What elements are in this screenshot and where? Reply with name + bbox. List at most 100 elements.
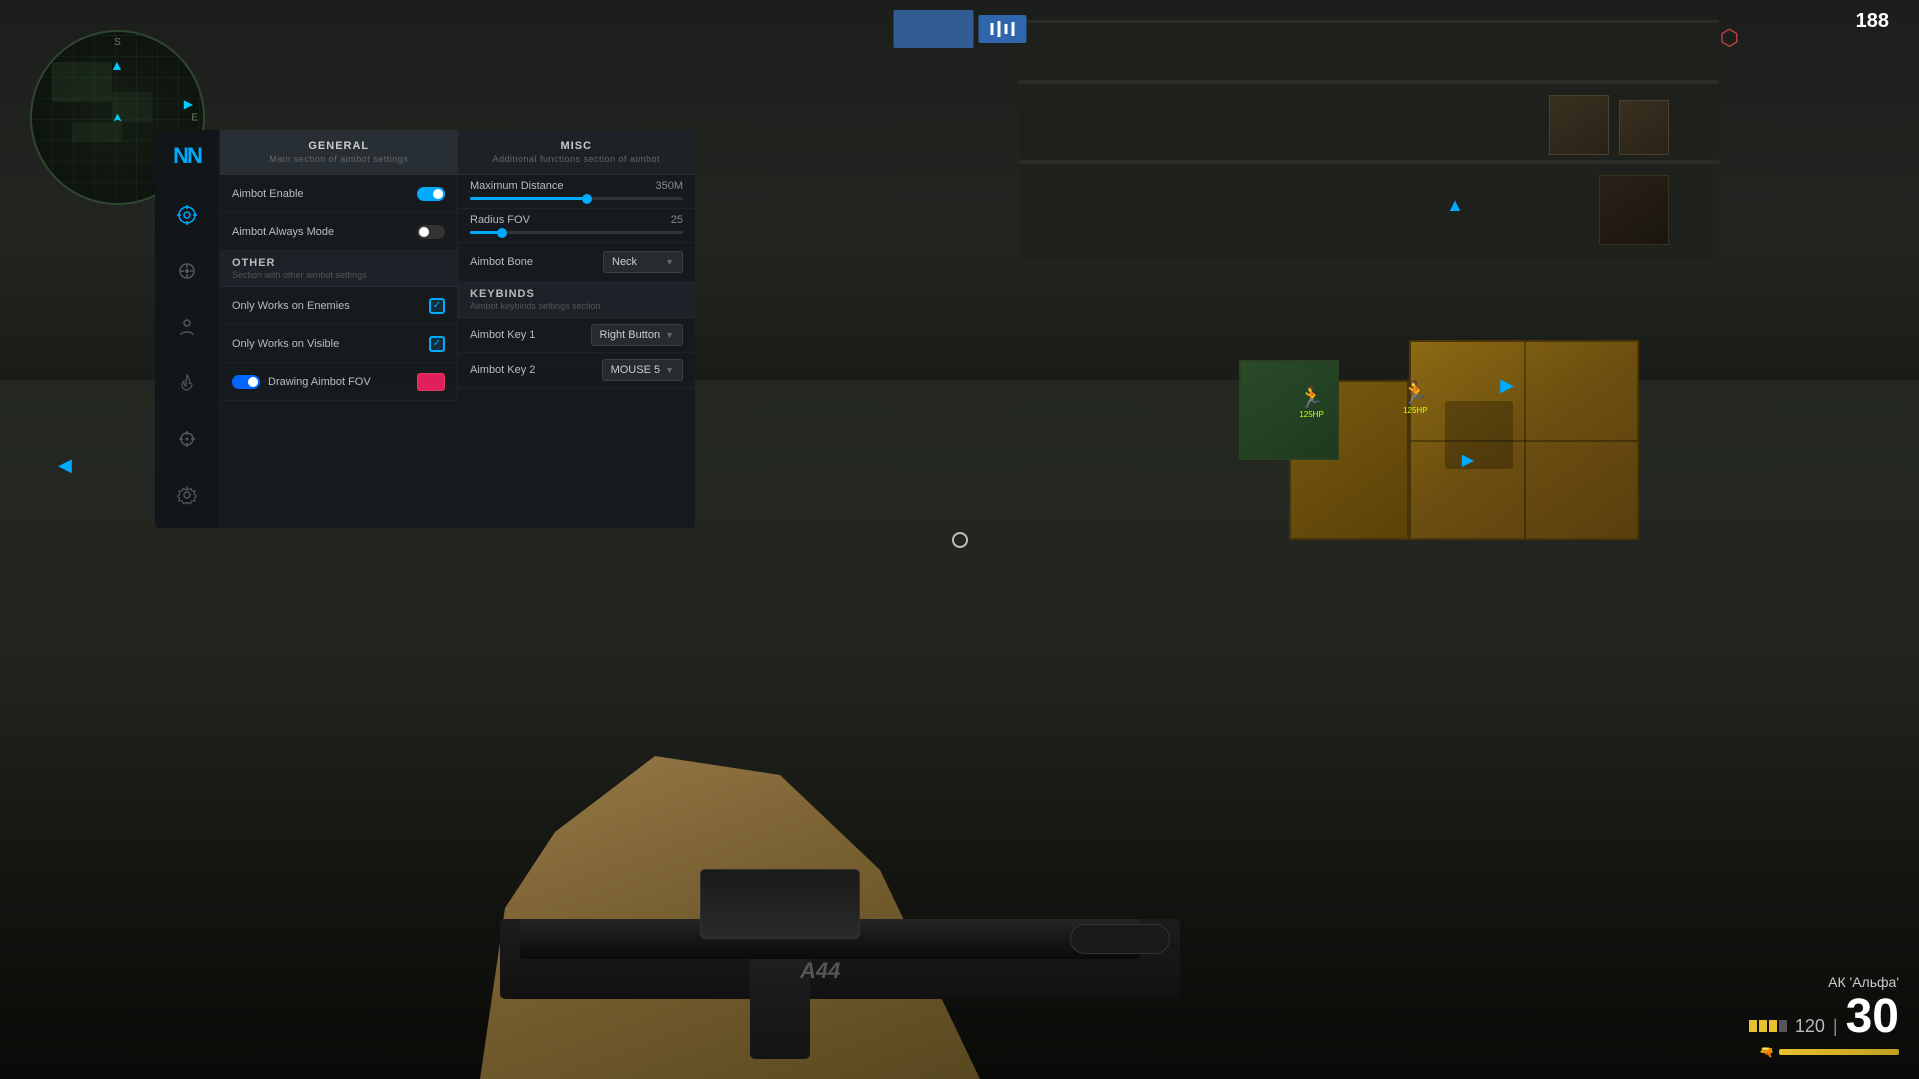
tab-general[interactable]: GENERAL Main section of aimbot settings — [220, 130, 458, 174]
sidebar-icon-target[interactable] — [169, 253, 205, 289]
max-distance-header: Maximum Distance 350M — [470, 180, 683, 192]
bg-shelf-bar — [1019, 80, 1719, 84]
green-crate — [1239, 360, 1339, 460]
only-visible-check[interactable] — [429, 336, 445, 352]
setting-aimbot-always: Aimbot Always Mode — [220, 213, 457, 251]
aimbot-bone-dropdown[interactable]: Neck ▼ — [603, 251, 683, 273]
bar2 — [997, 21, 1000, 37]
enemy-1-icon: 🏃 — [1299, 385, 1324, 410]
ammo-separator: | — [1833, 1016, 1838, 1037]
nav-arrow-right2: ▶ — [1462, 450, 1474, 470]
other-desc: Section with other aimbot settings — [232, 270, 445, 280]
menu-split: Aimbot Enable Aimbot Always Mode OTHER S… — [220, 175, 695, 401]
top-bar[interactable] — [893, 10, 1026, 48]
drawing-fov-toggle[interactable] — [232, 375, 260, 389]
sidebar-icon-crosshair[interactable] — [169, 421, 205, 457]
drawing-fov-row: Drawing Aimbot FOV — [220, 363, 457, 401]
other-section-header: OTHER Section with other aimbot settings — [220, 251, 457, 287]
key2-dropdown[interactable]: MOUSE 5 ▼ — [602, 359, 683, 381]
weapon-body: A44 — [500, 699, 1250, 999]
key2-value: MOUSE 5 — [611, 364, 661, 376]
crosshair — [952, 532, 968, 548]
aimbot-always-toggle[interactable] — [417, 225, 445, 239]
minimap-east: E — [191, 112, 198, 123]
aimbot-enable-label: Aimbot Enable — [232, 188, 304, 200]
aimbot-bone-value: Neck — [612, 256, 637, 268]
sidebar-icon-settings[interactable] — [169, 477, 205, 513]
top-bar-stats[interactable] — [978, 15, 1026, 43]
sidebar-icon-player[interactable] — [169, 309, 205, 345]
ammo-reserve: 120 — [1795, 1016, 1825, 1037]
menu-tabs: GENERAL Main section of aimbot settings … — [220, 130, 695, 175]
keybinds-header: KEYBINDS Aimbot keybinds settings sectio… — [458, 282, 695, 318]
key2-label: Aimbot Key 2 — [470, 364, 535, 376]
weapon-name-display: АК 'Альфа' — [1749, 974, 1899, 990]
radius-fov-track[interactable] — [470, 231, 683, 234]
aimbot-bone-row: Aimbot Bone Neck ▼ — [458, 243, 695, 282]
ammo-bar-2 — [1759, 1020, 1767, 1032]
keybinds-title: KEYBINDS — [470, 288, 683, 300]
max-distance-value: 350M — [655, 180, 683, 192]
keybind-key1-row: Aimbot Key 1 Right Button ▼ — [458, 318, 695, 353]
enemy-2-hp: 125HP — [1402, 406, 1429, 415]
key1-dropdown[interactable]: Right Button ▼ — [591, 324, 683, 346]
sidebar-logo: NN — [173, 145, 201, 167]
radius-fov-slider-container: Radius FOV 25 — [458, 209, 695, 243]
ammo-current: 30 — [1846, 993, 1899, 1041]
key1-arrow: ▼ — [665, 330, 674, 340]
max-distance-track[interactable] — [470, 197, 683, 200]
radius-fov-label: Radius FOV — [470, 214, 530, 226]
keybind-key2-row: Aimbot Key 2 MOUSE 5 ▼ — [458, 353, 695, 388]
map-object-1 — [52, 62, 112, 102]
tab-misc-subtitle: Additional functions section of aimbot — [468, 154, 686, 164]
drawing-left: Drawing Aimbot FOV — [232, 375, 371, 389]
kill-counter-value: 188 — [1856, 10, 1889, 32]
radius-fov-thumb[interactable] — [497, 228, 507, 238]
crate-small-2 — [1549, 95, 1609, 155]
weapon-area: A44 — [400, 629, 1919, 1079]
minimap-north: S — [114, 37, 121, 48]
crate-small-3 — [1599, 175, 1669, 245]
bar4 — [1011, 22, 1014, 36]
enemy-2: 🏃 125HP — [1402, 380, 1429, 415]
sidebar: NN — [155, 130, 220, 528]
enemy-1-hp: 125HP — [1299, 410, 1324, 419]
fov-color-swatch[interactable] — [417, 373, 445, 391]
weapon-text: A44 — [800, 958, 840, 984]
bar3 — [1004, 24, 1007, 34]
max-distance-thumb[interactable] — [582, 194, 592, 204]
key1-value: Right Button — [600, 329, 661, 341]
ammo-bar-1 — [1749, 1020, 1757, 1032]
menu-left-column: Aimbot Enable Aimbot Always Mode OTHER S… — [220, 175, 458, 401]
weapon-suppressor — [1070, 924, 1170, 954]
only-enemies-check[interactable] — [429, 298, 445, 314]
enemy-1: 🏃 125HP — [1299, 385, 1324, 419]
menu-content: GENERAL Main section of aimbot settings … — [220, 130, 695, 528]
key1-label: Aimbot Key 1 — [470, 329, 535, 341]
bar1 — [990, 23, 993, 35]
top-right-icon: ⬡ — [1720, 25, 1739, 51]
aimbot-always-label: Aimbot Always Mode — [232, 226, 334, 238]
setting-only-visible: Only Works on Visible — [220, 325, 457, 363]
ammo-display-row: 120 | 30 — [1749, 993, 1899, 1041]
dropdown-arrow: ▼ — [665, 257, 674, 267]
bullet-icon: 🔫 — [1759, 1045, 1774, 1059]
nav-arrow-top: ▲ — [1446, 195, 1464, 216]
tab-misc-title: MISC — [468, 140, 686, 152]
sidebar-icon-aimbot[interactable] — [169, 197, 205, 233]
top-bar-empty-btn[interactable] — [893, 10, 973, 48]
tab-general-subtitle: Main section of aimbot settings — [230, 154, 448, 164]
map-object-3 — [72, 122, 122, 142]
large-crate — [1409, 340, 1639, 540]
tab-misc[interactable]: MISC Additional functions section of aim… — [458, 130, 696, 174]
max-distance-label: Maximum Distance — [470, 180, 564, 192]
max-distance-fill — [470, 197, 587, 200]
kill-counter: 188 — [1856, 10, 1889, 33]
aimbot-enable-toggle[interactable] — [417, 187, 445, 201]
setting-aimbot-enable: Aimbot Enable — [220, 175, 457, 213]
hud-icons-row: 🔫 — [1749, 1045, 1899, 1059]
sidebar-icon-fire[interactable] — [169, 365, 205, 401]
key2-arrow: ▼ — [665, 365, 674, 375]
cheat-panel: NN — [155, 130, 695, 528]
radius-fov-value: 25 — [671, 214, 683, 226]
